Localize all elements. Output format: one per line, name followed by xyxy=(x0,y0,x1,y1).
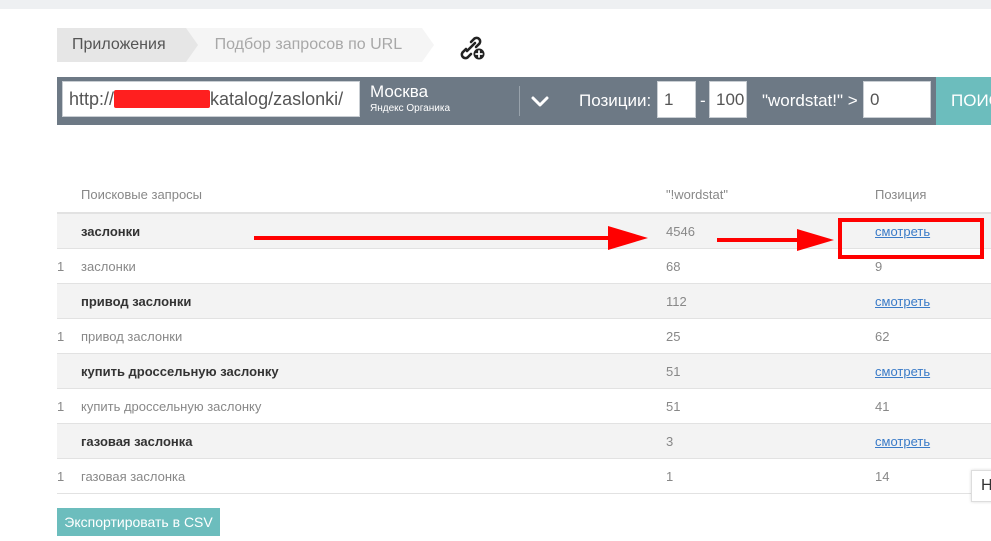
rank-cell: 1 xyxy=(57,469,65,484)
wordstat-cell: 51 xyxy=(666,399,681,414)
table-row: 1 заслонки 68 9 xyxy=(57,249,991,284)
url-prefix: http:// xyxy=(69,89,115,109)
url-suffix: katalog/zaslonki/ xyxy=(210,89,344,109)
query-cell: привод заслонки xyxy=(81,329,183,344)
query-cell: заслонки xyxy=(81,224,141,239)
wordstat-cell: 1 xyxy=(666,469,674,484)
rank-cell: 1 xyxy=(57,259,65,274)
export-csv-button[interactable]: Экспортировать в CSV xyxy=(57,508,220,536)
redaction-mark xyxy=(114,90,211,108)
wordstat-cell: 25 xyxy=(666,329,681,344)
position-cell: 14 xyxy=(875,469,890,484)
chevron-down-icon[interactable] xyxy=(525,87,555,115)
url-input[interactable]: http:// katalog/zaslonki/ xyxy=(62,81,360,117)
header-query: Поисковые запросы xyxy=(81,187,203,202)
breadcrumb-label: Приложения xyxy=(72,36,166,53)
header-position: Позиция xyxy=(875,187,927,202)
search-button[interactable]: ПОИСК xyxy=(936,77,991,125)
position-cell: 9 xyxy=(875,259,883,274)
positions-dash: - xyxy=(700,91,706,110)
query-cell: заслонки xyxy=(81,259,136,274)
search-toolbar: http:// katalog/zaslonki/ Москва Яндекс О… xyxy=(57,77,991,125)
position-cell: 41 xyxy=(875,399,890,414)
view-position-link[interactable]: смотреть xyxy=(875,224,930,239)
positions-to-input[interactable]: 100 xyxy=(709,81,747,118)
wordstat-min-input[interactable]: 0 xyxy=(863,81,931,118)
table-row: 1 привод заслонки 25 62 xyxy=(57,319,991,354)
breadcrumb-item-apps[interactable]: Приложения xyxy=(57,28,198,62)
view-position-link[interactable]: смотреть xyxy=(875,294,930,309)
side-help-tab[interactable]: Н xyxy=(971,470,991,502)
table-row: купить дроссельную заслонку 51 смотреть xyxy=(57,354,991,389)
positions-from-input[interactable]: 1 xyxy=(657,81,696,118)
results-table: Поисковые запросы "!wordstat" Позиция за… xyxy=(57,178,991,494)
query-cell: газовая заслонка xyxy=(81,434,193,449)
rank-cell: 1 xyxy=(57,399,65,414)
region-selector[interactable]: Москва Яндекс Органика xyxy=(370,82,450,115)
positions-label: Позиции: xyxy=(579,91,652,110)
link-plus-icon[interactable] xyxy=(457,33,487,61)
view-position-link[interactable]: смотреть xyxy=(875,364,930,379)
table-row: газовая заслонка 3 смотреть xyxy=(57,424,991,459)
top-strip xyxy=(0,0,991,9)
view-position-link[interactable]: смотреть xyxy=(875,434,930,449)
breadcrumb: Приложения Подбор запросов по URL xyxy=(57,28,434,62)
wordstat-label: "wordstat!" > xyxy=(762,91,858,110)
wordstat-cell: 3 xyxy=(666,434,674,449)
table-row: заслонки 4546 смотреть xyxy=(57,214,991,249)
rank-cell: 1 xyxy=(57,329,65,344)
table-row: 1 газовая заслонка 1 14 xyxy=(57,459,991,494)
query-cell: газовая заслонка xyxy=(81,469,186,484)
wordstat-cell: 112 xyxy=(666,294,687,309)
query-cell: купить дроссельную заслонку xyxy=(81,399,262,414)
table-header: Поисковые запросы "!wordstat" Позиция xyxy=(57,178,991,214)
region-city: Москва xyxy=(370,82,429,101)
breadcrumb-label: Подбор запросов по URL xyxy=(214,36,403,53)
breadcrumb-item-url-queries[interactable]: Подбор запросов по URL xyxy=(185,28,434,62)
wordstat-cell: 4546 xyxy=(666,224,695,239)
header-wordstat: "!wordstat" xyxy=(666,187,728,202)
region-engine: Яндекс Органика xyxy=(370,103,450,114)
query-cell: привод заслонки xyxy=(81,294,192,309)
position-cell: 62 xyxy=(875,329,890,344)
wordstat-cell: 51 xyxy=(666,364,681,379)
table-row: привод заслонки 112 смотреть xyxy=(57,284,991,319)
toolbar-divider xyxy=(519,86,520,116)
table-row: 1 купить дроссельную заслонку 51 41 xyxy=(57,389,991,424)
wordstat-cell: 68 xyxy=(666,259,681,274)
query-cell: купить дроссельную заслонку xyxy=(81,364,279,379)
